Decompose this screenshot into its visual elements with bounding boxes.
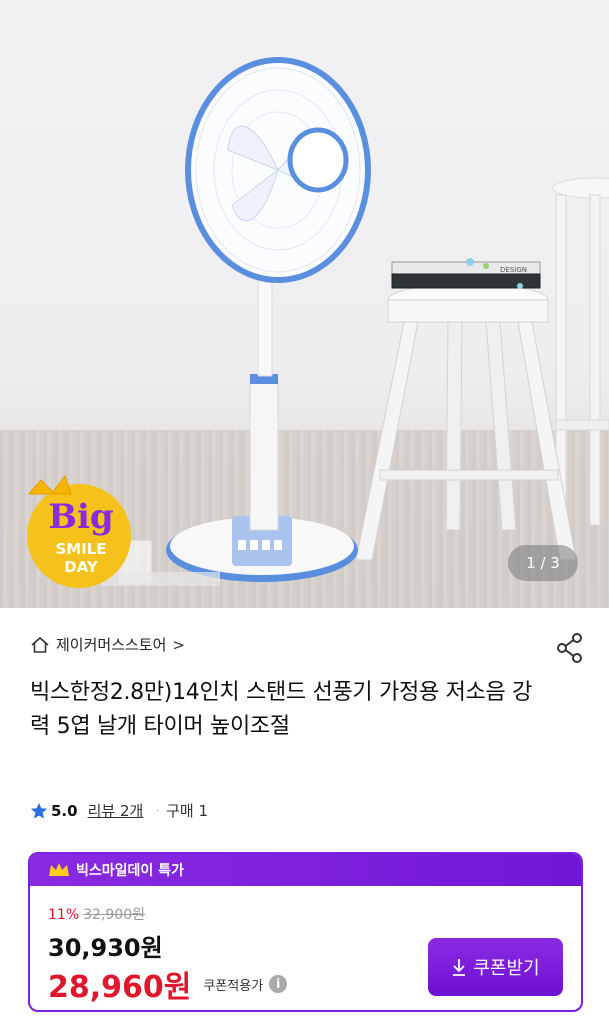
- review-link[interactable]: 리뷰 2개: [88, 800, 144, 821]
- svg-text:DESIGN: DESIGN: [500, 266, 527, 274]
- stool: [355, 283, 577, 561]
- big-smile-day-badge: Big SMILE DAY: [27, 474, 131, 588]
- product-title: 빅스한정2.8만)14인치 스탠드 선풍기 가정용 저소음 강력 5엽 날개 타…: [30, 680, 533, 739]
- image-page-counter: 1 / 3: [508, 545, 578, 581]
- discount-row: 11% 32,900원: [48, 904, 145, 924]
- original-price: 32,900원: [83, 907, 145, 923]
- sale-price: 30,930원: [48, 934, 163, 962]
- svg-text:Big: Big: [48, 497, 113, 537]
- discount-percent: 11%: [48, 907, 80, 923]
- promo-banner-label: 빅스마일데이 특가: [76, 863, 184, 879]
- coupon-price-label: 쿠폰적용가: [203, 978, 264, 994]
- chevron-right-icon: >: [172, 635, 185, 654]
- coupon-price: 28,960원: [48, 970, 192, 1005]
- store-name: 제이커머스스토어: [56, 636, 167, 654]
- get-coupon-label: 쿠폰받기: [473, 958, 540, 979]
- svg-text:SMILE: SMILE: [55, 540, 106, 558]
- books: DESIGN: [391, 258, 541, 289]
- rating-score: 5.0: [51, 801, 78, 820]
- fan-pole: [249, 275, 279, 531]
- get-coupon-button[interactable]: 쿠폰받기: [428, 938, 563, 996]
- background-stool: [552, 177, 609, 526]
- fan-head: [185, 57, 371, 283]
- crown-icon: [49, 863, 69, 876]
- store-link[interactable]: 제이커머스스토어 >: [30, 634, 185, 655]
- star-icon: [30, 802, 48, 819]
- home-icon: [31, 636, 49, 653]
- crown-icon: [27, 474, 72, 495]
- purchase-count: 구매 1: [166, 802, 208, 820]
- product-image[interactable]: DESIGN Big SMILE DAY 1 / 3: [0, 0, 609, 608]
- rating-row: 5.0 리뷰 2개 · 구매 1: [30, 800, 208, 821]
- svg-text:DAY: DAY: [64, 558, 99, 576]
- download-arrow-icon: [453, 959, 466, 976]
- separator-dot: ·: [155, 801, 161, 820]
- share-icon[interactable]: [555, 632, 585, 664]
- info-icon[interactable]: i: [269, 975, 288, 993]
- coupon-price-row: 28,960원 쿠폰적용가 i: [48, 962, 288, 1006]
- promo-banner: 빅스마일데이 특가: [30, 854, 581, 886]
- price-box: 빅스마일데이 특가 11% 32,900원 30,930원 28,960원 쿠폰…: [28, 852, 583, 1012]
